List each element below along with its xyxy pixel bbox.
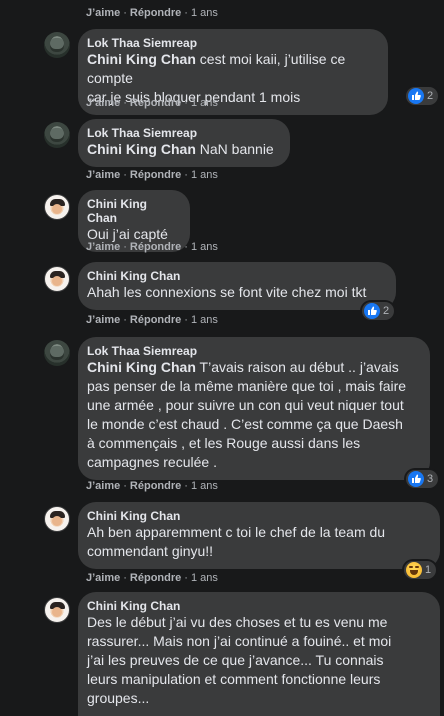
comment-text: Ahah les connexions se font vite chez mo… xyxy=(87,284,367,300)
comment-author[interactable]: Chini King Chan xyxy=(87,197,178,225)
like-link[interactable]: J’aime xyxy=(86,241,120,253)
separator: · xyxy=(123,241,127,253)
reply-link[interactable]: Répondre xyxy=(130,7,181,19)
haha-icon xyxy=(406,562,422,578)
reply-link[interactable]: Répondre xyxy=(130,169,181,181)
avatar[interactable] xyxy=(44,194,70,220)
comment-bubble: Lok Thaa Siemreap Chini King Chan T’avai… xyxy=(78,337,430,480)
comment-text: Chini King Chan NaN bannie xyxy=(87,141,274,157)
comment-author[interactable]: Chini King Chan xyxy=(87,599,428,613)
comment-bubble: Chini King Chan Des le début j’ai vu des… xyxy=(78,592,440,716)
reply-link[interactable]: Répondre xyxy=(130,314,181,326)
reply-link[interactable]: Répondre xyxy=(130,572,181,584)
comment-actions: J’aime · Répondre · 1 ans xyxy=(86,241,218,253)
comment-time[interactable]: 1 ans xyxy=(191,241,218,253)
separator: · xyxy=(123,7,127,19)
separator: · xyxy=(184,241,188,253)
like-link[interactable]: J’aime xyxy=(86,97,120,109)
reaction-summary[interactable]: 2 xyxy=(362,302,395,320)
mention-link[interactable]: Chini King Chan xyxy=(87,51,196,67)
like-link[interactable]: J’aime xyxy=(86,7,120,19)
like-link[interactable]: J’aime xyxy=(86,169,120,181)
reaction-count: 3 xyxy=(427,473,434,485)
comment-actions: J’aime · Répondre · 1 ans xyxy=(86,480,218,492)
comment-actions: J’aime · Répondre · 1 ans xyxy=(86,97,218,109)
reaction-count: 2 xyxy=(383,305,390,317)
reaction-summary[interactable]: 1 xyxy=(404,561,437,579)
like-link[interactable]: J’aime xyxy=(86,572,120,584)
comment-text: Ah ben apparemment c toi le chef de la t… xyxy=(87,524,386,559)
comment-actions: J’aime · Répondre · 1 ans xyxy=(86,7,218,19)
separator: · xyxy=(123,314,127,326)
separator: · xyxy=(123,169,127,181)
reaction-summary[interactable]: 3 xyxy=(406,470,439,488)
comment-bubble: Lok Thaa Siemreap Chini King Chan NaN ba… xyxy=(78,119,290,167)
separator: · xyxy=(184,7,188,19)
comment-actions: J’aime · Répondre · 1 ans xyxy=(86,572,218,584)
avatar[interactable] xyxy=(44,340,70,366)
comment-author[interactable]: Lok Thaa Siemreap xyxy=(87,126,278,140)
avatar-face xyxy=(52,516,62,526)
avatar-face xyxy=(52,607,62,617)
avatar-image xyxy=(50,346,64,360)
avatar[interactable] xyxy=(44,266,70,292)
separator: · xyxy=(184,97,188,109)
comment-text: Des le début j’ai vu des choses et tu es… xyxy=(87,614,392,706)
avatar[interactable] xyxy=(44,506,70,532)
comment-text: Chini King Chan T’avais raison au début … xyxy=(87,359,407,470)
comment-author[interactable]: Lok Thaa Siemreap xyxy=(87,36,376,50)
avatar-image xyxy=(50,38,64,52)
separator: · xyxy=(184,480,188,492)
like-link[interactable]: J’aime xyxy=(86,314,120,326)
comment-author[interactable]: Chini King Chan xyxy=(87,269,384,283)
separator: · xyxy=(184,314,188,326)
comment-time[interactable]: 1 ans xyxy=(191,572,218,584)
eye xyxy=(415,566,419,568)
like-icon xyxy=(408,471,424,487)
comment-time[interactable]: 1 ans xyxy=(191,97,218,109)
avatar[interactable] xyxy=(44,32,70,58)
separator: · xyxy=(184,169,188,181)
avatar[interactable] xyxy=(44,597,70,623)
comment-author[interactable]: Chini King Chan xyxy=(87,509,428,523)
separator: · xyxy=(123,97,127,109)
like-link[interactable]: J’aime xyxy=(86,480,120,492)
avatar-face xyxy=(52,276,62,286)
comment-actions: J’aime · Répondre · 1 ans xyxy=(86,314,218,326)
comment-time[interactable]: 1 ans xyxy=(191,314,218,326)
reaction-count: 2 xyxy=(427,90,434,102)
comment-actions: J’aime · Répondre · 1 ans xyxy=(86,169,218,181)
comment-bubble: Chini King Chan Ah ben apparemment c toi… xyxy=(78,502,440,569)
mention-link[interactable]: Chini King Chan xyxy=(87,141,196,157)
mouth xyxy=(410,570,418,575)
reaction-summary[interactable]: 2 xyxy=(406,87,439,105)
like-icon xyxy=(364,303,380,319)
comment-author[interactable]: Lok Thaa Siemreap xyxy=(87,344,418,358)
comment-time[interactable]: 1 ans xyxy=(191,7,218,19)
separator: · xyxy=(123,480,127,492)
comment-time[interactable]: 1 ans xyxy=(191,480,218,492)
reaction-count: 1 xyxy=(425,564,432,576)
avatar-image xyxy=(50,128,64,142)
comment-bubble: Chini King Chan Ahah les connexions se f… xyxy=(78,262,396,310)
avatar[interactable] xyxy=(44,122,70,148)
eye xyxy=(409,566,413,568)
comment-time[interactable]: 1 ans xyxy=(191,169,218,181)
avatar-face xyxy=(52,204,62,214)
reply-link[interactable]: Répondre xyxy=(130,97,181,109)
separator: · xyxy=(123,572,127,584)
reply-link[interactable]: Répondre xyxy=(130,480,181,492)
separator: · xyxy=(184,572,188,584)
like-icon xyxy=(408,88,424,104)
reply-link[interactable]: Répondre xyxy=(130,241,181,253)
mention-link[interactable]: Chini King Chan xyxy=(87,359,196,375)
